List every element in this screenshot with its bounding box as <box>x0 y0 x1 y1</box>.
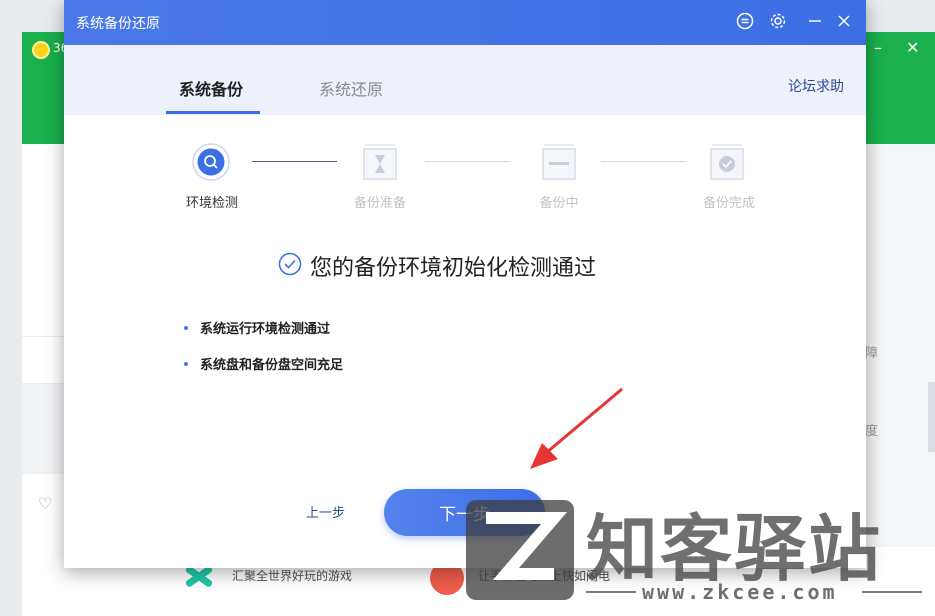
result-title: 您的备份环境初始化检测通过 <box>310 256 597 281</box>
step-connector <box>252 161 337 162</box>
background-minimize-icon[interactable]: – <box>874 38 882 57</box>
check-item-text: 系统运行环境检测通过 <box>200 322 331 337</box>
step-label: 备份中 <box>539 196 579 211</box>
active-tab-indicator <box>166 111 260 114</box>
check-circle-icon <box>708 143 746 181</box>
step-connector <box>601 161 686 162</box>
step-label: 环境检测 <box>185 196 238 211</box>
feedback-icon[interactable] <box>735 11 755 31</box>
watermark: 知客驿站 www.zkcee.com <box>462 490 932 610</box>
app-logo-icon <box>32 41 50 59</box>
check-circle-icon <box>278 252 302 280</box>
background-scrollbar[interactable] <box>928 382 935 452</box>
step-label: 备份准备 <box>353 196 406 211</box>
backup-restore-dialog: 系统备份还原 系统备份 系统还原 论坛求助 环境检测 备份准备 备份中 备份完成… <box>64 0 866 568</box>
step-connector <box>425 161 510 162</box>
annotation-arrow-icon <box>530 387 623 469</box>
background-close-icon[interactable]: ✕ <box>906 38 919 57</box>
check-item-text: 系统盘和备份盘空间充足 <box>200 358 344 373</box>
check-item: 系统盘和备份盘空间充足 <box>184 354 343 373</box>
watermark-url: www.zkcee.com <box>642 580 838 604</box>
recommend-item-text[interactable]: 汇聚全世界好玩的游戏 <box>232 567 352 584</box>
watermark-rule <box>862 591 922 593</box>
minimize-icon[interactable] <box>805 11 825 31</box>
heart-icon[interactable]: ♡ <box>38 494 52 513</box>
tab-system-restore[interactable]: 系统还原 <box>319 76 383 100</box>
watermark-logo-icon <box>466 500 574 600</box>
environment-check-icon <box>192 143 230 181</box>
progress-icon <box>540 143 578 181</box>
progress-steps: 环境检测 备份准备 备份中 备份完成 <box>64 115 866 215</box>
step-label: 备份完成 <box>702 196 755 211</box>
watermark-rule <box>586 591 636 593</box>
close-icon[interactable] <box>834 11 854 31</box>
forum-help-link[interactable]: 论坛求助 <box>788 76 844 96</box>
bullet-icon <box>184 325 188 330</box>
result-heading: 您的备份环境初始化检测通过 <box>278 250 596 282</box>
bullet-icon <box>184 361 188 366</box>
background-right-text: 度 <box>865 424 879 439</box>
previous-step-button[interactable]: 上一步 <box>306 502 345 521</box>
dialog-titlebar[interactable]: 系统备份还原 <box>64 0 866 45</box>
tab-bar: 系统备份 系统还原 论坛求助 <box>64 45 866 115</box>
game-icon <box>180 567 220 587</box>
dialog-title: 系统备份还原 <box>76 16 160 32</box>
tab-system-backup[interactable]: 系统备份 <box>179 76 243 100</box>
hourglass-icon <box>361 143 399 181</box>
check-item: 系统运行环境检测通过 <box>184 318 330 337</box>
gear-icon[interactable] <box>768 11 788 31</box>
background-right-text: 障 <box>865 346 879 361</box>
